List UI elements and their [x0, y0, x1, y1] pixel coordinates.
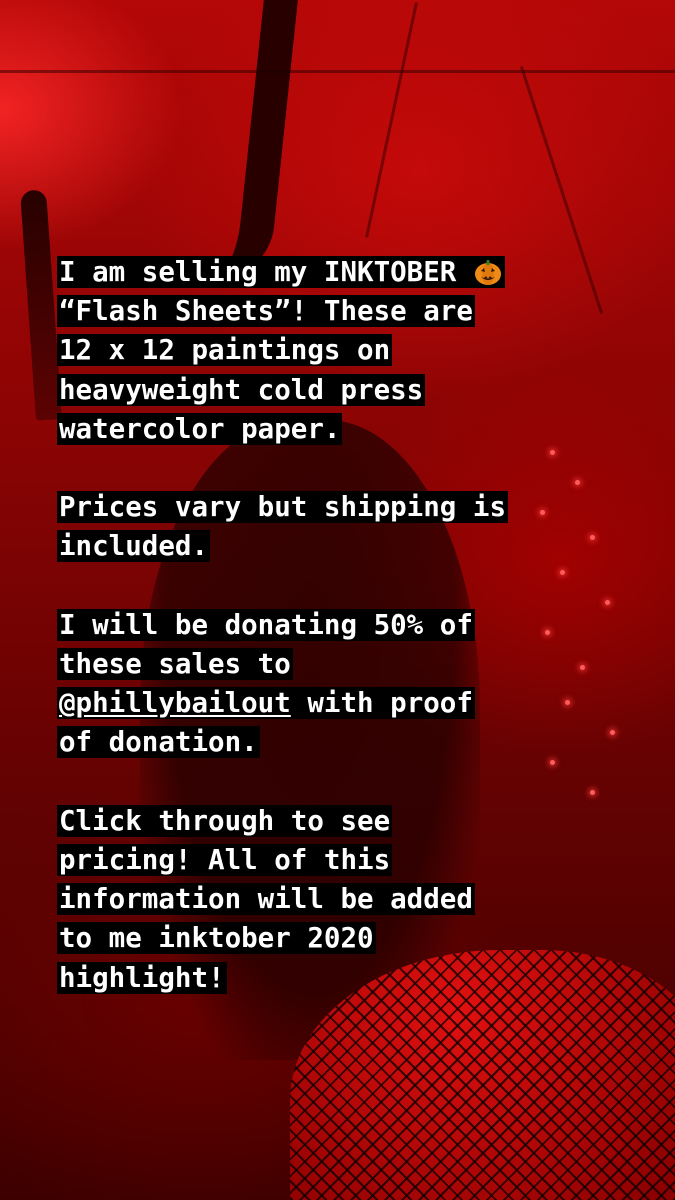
- caption-text: with proof: [290, 687, 473, 720]
- caption-line: heavyweight cold press: [57, 373, 426, 406]
- caption-line: watercolor paper.: [57, 412, 343, 445]
- horn-shape: [20, 189, 62, 421]
- ceiling-beam: [365, 2, 418, 238]
- mention-link[interactable]: @phillybailout: [59, 687, 291, 719]
- horn-shape: [144, 0, 300, 286]
- caption-text: I am selling my INKTOBER: [59, 256, 473, 288]
- caption-line: of donation.: [57, 726, 260, 759]
- ceiling-beam: [0, 70, 675, 73]
- caption-line: “Flash Sheets”! These are: [57, 295, 475, 328]
- caption-line: pricing! All of this: [57, 844, 393, 876]
- caption-line: Prices vary but shipping is: [57, 491, 509, 524]
- caption-line: highlight!: [57, 961, 227, 994]
- caption-line: information will be added: [57, 883, 475, 916]
- caption-line: @phillybailout with proof: [57, 684, 637, 723]
- jack-o-lantern-icon: [473, 258, 503, 286]
- caption-line: 12 x 12 paintings on: [57, 334, 393, 367]
- caption-line: included.: [57, 530, 211, 563]
- caption-line: these sales to: [57, 648, 293, 680]
- story-view[interactable]: I am selling my INKTOBER “Flash Sheets”!…: [0, 0, 675, 1200]
- caption-line: to me inktober 2020: [57, 922, 376, 955]
- story-caption: I am selling my INKTOBER “Flash Sheets”!…: [57, 253, 637, 998]
- caption-line: I will be donating 50% of: [57, 608, 475, 641]
- caption-line: I am selling my INKTOBER: [57, 253, 637, 292]
- caption-line: Click through to see: [57, 804, 393, 837]
